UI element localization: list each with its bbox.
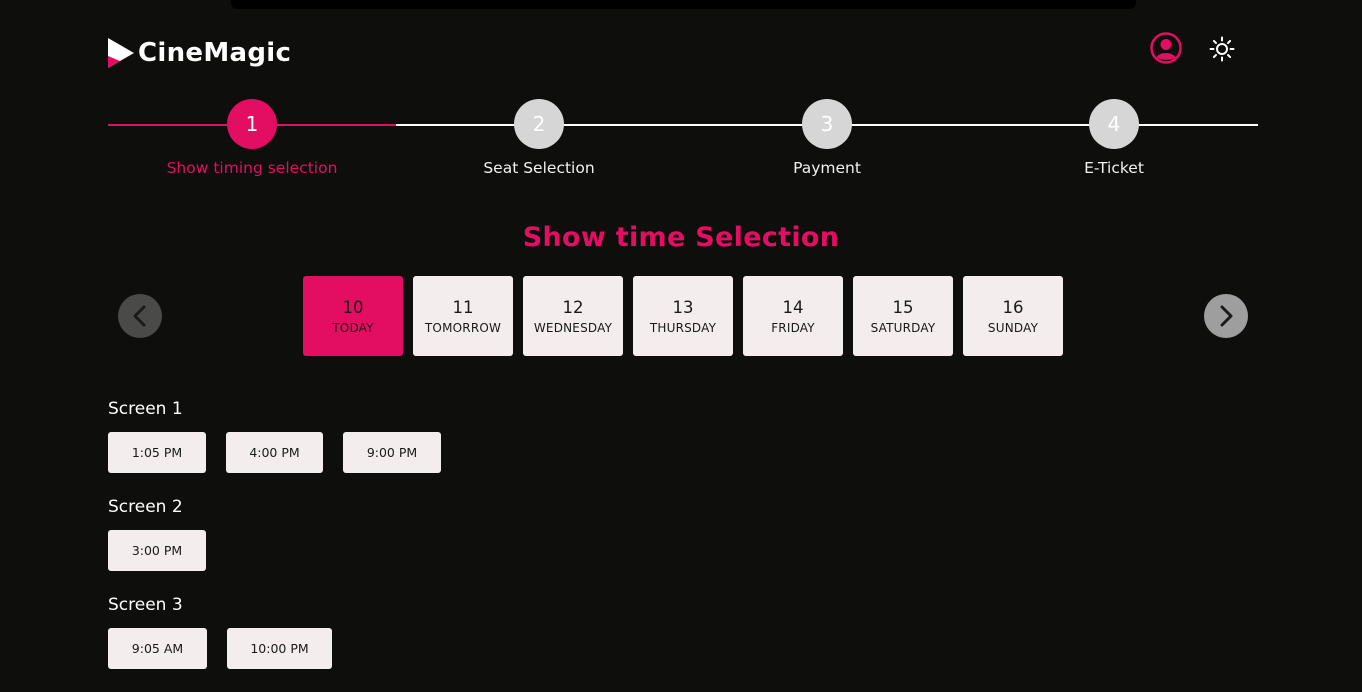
sun-icon[interactable] — [1209, 36, 1235, 62]
date-weekday: TOMORROW — [424, 320, 502, 335]
screen-name: Screen 1 — [108, 399, 183, 419]
screen-name: Screen 2 — [108, 497, 183, 517]
date-weekday: SATURDAY — [870, 320, 936, 335]
showtime-button[interactable]: 1:05 PM — [108, 432, 206, 473]
date-weekday: SUNDAY — [987, 320, 1039, 335]
date-number: 14 — [782, 297, 804, 317]
date-number: 13 — [672, 297, 694, 317]
screen-group: Screen 2 3:00 PM — [108, 496, 461, 571]
step-number: 1 — [227, 99, 277, 149]
step-label: Show timing selection — [166, 159, 338, 177]
date-number: 10 — [342, 297, 364, 317]
play-logo-icon — [108, 38, 134, 68]
date-weekday: FRIDAY — [771, 320, 815, 335]
page-title: Show time Selection — [522, 222, 840, 253]
showtime-button[interactable]: 9:05 AM — [108, 628, 207, 669]
step-number: 2 — [514, 99, 564, 149]
address-bar — [231, 0, 1136, 9]
date-selector: 10 TODAY 11 TOMORROW 12 WEDNESDAY 13 THU… — [303, 276, 1073, 356]
step-label: Payment — [793, 159, 861, 177]
date-card[interactable]: 10 TODAY — [303, 276, 403, 356]
chevron-left-icon — [133, 305, 146, 327]
date-card[interactable]: 14 FRIDAY — [743, 276, 843, 356]
step-payment[interactable]: 3 Payment — [727, 99, 927, 177]
date-number: 16 — [1002, 297, 1024, 317]
previous-dates-button[interactable] — [118, 294, 162, 338]
showtime-button[interactable]: 10:00 PM — [227, 628, 332, 669]
user-circle-icon[interactable] — [1150, 32, 1182, 64]
browser-top-strip — [0, 0, 1362, 9]
showtime-button[interactable]: 9:00 PM — [343, 432, 441, 473]
step-seat-selection[interactable]: 2 Seat Selection — [439, 99, 639, 177]
date-card[interactable]: 12 WEDNESDAY — [523, 276, 623, 356]
showtime-button[interactable]: 4:00 PM — [226, 432, 323, 473]
date-weekday: THURSDAY — [649, 320, 717, 335]
showtimes-list: Screen 1 1:05 PM 4:00 PM 9:00 PM Screen … — [108, 398, 461, 692]
date-card[interactable]: 13 THURSDAY — [633, 276, 733, 356]
next-dates-button[interactable] — [1204, 294, 1248, 338]
date-weekday: TODAY — [332, 320, 374, 335]
app-name: CineMagic — [138, 38, 292, 68]
showtime-button[interactable]: 3:00 PM — [108, 530, 206, 571]
screen-group: Screen 1 1:05 PM 4:00 PM 9:00 PM — [108, 398, 461, 473]
date-card[interactable]: 15 SATURDAY — [853, 276, 953, 356]
step-label: Seat Selection — [483, 159, 595, 177]
date-number: 11 — [452, 297, 474, 317]
date-weekday: WEDNESDAY — [533, 320, 613, 335]
screen-group: Screen 3 9:05 AM 10:00 PM — [108, 594, 461, 669]
booking-stepper: 1 Show timing selection 2 Seat Selection… — [108, 99, 1258, 189]
date-number: 15 — [892, 297, 914, 317]
date-number: 12 — [562, 297, 584, 317]
step-show-timing[interactable]: 1 Show timing selection — [152, 99, 352, 177]
date-card[interactable]: 11 TOMORROW — [413, 276, 513, 356]
step-label: E-Ticket — [1084, 159, 1144, 177]
screen-name: Screen 3 — [108, 595, 183, 615]
step-number: 4 — [1089, 99, 1139, 149]
step-number: 3 — [802, 99, 852, 149]
chevron-right-icon — [1220, 305, 1233, 327]
date-card[interactable]: 16 SUNDAY — [963, 276, 1063, 356]
logo[interactable]: CineMagic — [108, 38, 291, 68]
step-e-ticket[interactable]: 4 E-Ticket — [1014, 99, 1214, 177]
